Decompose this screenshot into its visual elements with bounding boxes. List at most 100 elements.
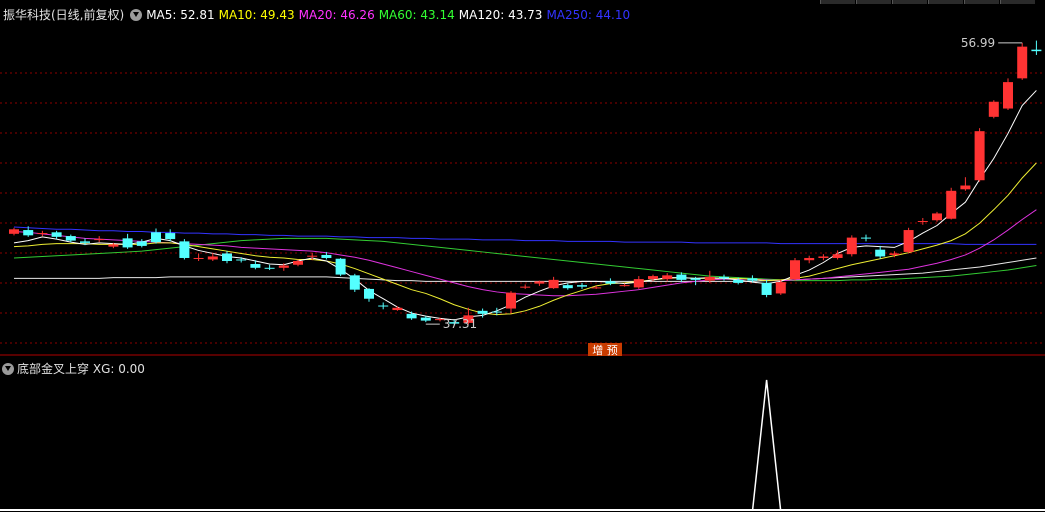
candle (761, 279, 772, 298)
candle-body (420, 317, 431, 321)
candle (662, 273, 673, 282)
candle-body (676, 274, 687, 280)
candle-body (733, 279, 744, 283)
candle-body (378, 305, 389, 307)
candle-body (520, 286, 531, 288)
candle-body (690, 278, 701, 280)
candle-body (406, 313, 417, 319)
candle (37, 230, 48, 237)
candle (9, 227, 19, 236)
candle-body (491, 311, 502, 313)
candle (790, 257, 800, 281)
candle (136, 239, 147, 248)
candle (1017, 42, 1028, 80)
chevron-down-icon[interactable] (2, 363, 14, 375)
signal-indicator-chart[interactable] (0, 360, 1045, 512)
candle-body (23, 230, 34, 236)
candle-body (889, 253, 900, 255)
ma60-line (13, 237, 1037, 282)
candle (378, 302, 389, 310)
candle-body (151, 232, 161, 243)
candle (349, 273, 360, 292)
candle (520, 284, 531, 289)
candle-body (804, 257, 815, 261)
candle-body (477, 310, 488, 314)
main-candlestick-chart[interactable]: 56.99 37.31 增 预 (0, 16, 1045, 356)
candle-body (335, 258, 346, 275)
candle-body (988, 101, 999, 117)
candle-body (960, 185, 971, 190)
toolbar-tab[interactable] (1000, 0, 1035, 4)
candle (335, 257, 346, 277)
candle-body (193, 257, 204, 259)
candle (903, 227, 914, 254)
candle-body (108, 244, 119, 247)
candle (179, 239, 190, 260)
candle-body (577, 285, 587, 287)
candle (193, 253, 204, 261)
candle-body (236, 259, 247, 261)
candle-body (392, 307, 403, 311)
candle-body (293, 260, 303, 265)
candle-body (832, 254, 843, 258)
candle-body (179, 241, 190, 258)
candle-body (94, 239, 105, 241)
candle (534, 280, 545, 286)
candle (364, 288, 374, 302)
candle (1031, 40, 1042, 55)
candle (775, 279, 786, 295)
candle-body (790, 260, 800, 280)
candle-body (861, 237, 871, 239)
candle-body (37, 233, 48, 235)
ma120-line (14, 257, 1037, 282)
candle (846, 235, 857, 257)
candle-body (165, 233, 176, 240)
indicator-title: 底部金叉上穿 (17, 362, 90, 376)
candle-body (562, 285, 573, 289)
candle-body (278, 265, 289, 268)
candle-body (775, 282, 786, 294)
candle (577, 282, 587, 289)
candle-body (548, 279, 559, 289)
candle (974, 128, 985, 182)
toolbar-tab[interactable] (964, 0, 999, 4)
candle (917, 217, 928, 225)
toolbar-tab[interactable] (892, 0, 927, 4)
candle (1003, 78, 1013, 111)
candle-body (846, 237, 857, 255)
candle (94, 236, 105, 243)
candle-body (704, 276, 715, 281)
low-marker-label: 37.31 (443, 317, 477, 331)
candle-body (633, 279, 644, 288)
candle (988, 100, 999, 119)
candle-body (136, 241, 147, 246)
candle-body (903, 230, 914, 252)
candle-body (619, 285, 630, 287)
candle-body (1017, 46, 1028, 79)
candle-body (250, 264, 261, 268)
candle (960, 177, 971, 191)
candle-body (946, 190, 957, 219)
candle-body (662, 275, 673, 280)
candle (506, 291, 516, 314)
candle-body (207, 256, 218, 260)
candle (804, 255, 815, 264)
candle (477, 308, 488, 318)
candle-body (818, 256, 829, 258)
candle-body (364, 288, 374, 299)
candle (875, 245, 886, 259)
candle (392, 306, 403, 311)
signal-spike (751, 379, 782, 511)
toolbar-tab[interactable] (856, 0, 891, 4)
candle (932, 211, 942, 222)
candle (591, 285, 602, 289)
candle-body (1031, 49, 1042, 52)
candle-body (534, 281, 545, 284)
toolbar-tab[interactable] (928, 0, 963, 4)
candle-body (349, 275, 360, 290)
candle-body (747, 278, 758, 281)
toolbar-tab[interactable] (820, 0, 855, 4)
candle-body (875, 249, 886, 257)
candle-body (9, 229, 19, 234)
candle-body (1003, 82, 1013, 109)
